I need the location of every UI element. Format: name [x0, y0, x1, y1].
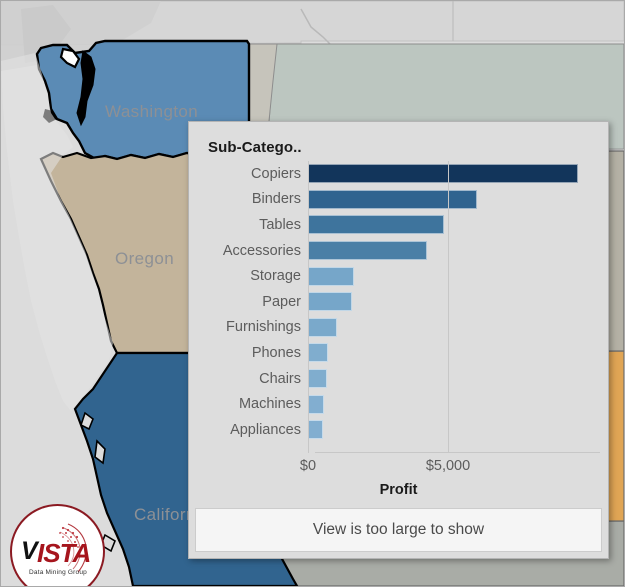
x-tick-label: $5,000 — [425, 458, 471, 474]
bar-track — [308, 366, 600, 392]
bar-copiers[interactable] — [308, 164, 579, 184]
bar-chairs[interactable] — [308, 369, 328, 389]
bar-category-label: Machines — [238, 396, 301, 413]
x-axis-baseline — [315, 452, 600, 453]
plot-area: Copiers Binders Tables Accessories Storage Pa… — [208, 161, 600, 453]
bar-row[interactable]: Appliances — [208, 417, 600, 443]
vista-logo-letters-ista: ISTA — [37, 538, 90, 568]
bar-row[interactable]: Machines — [208, 391, 600, 417]
vista-logo-tagline: Data Mining Group — [29, 569, 87, 576]
bar-track — [308, 315, 600, 341]
bar-chart[interactable]: Sub-Catego.. Copiers Binders Tables Accesso… — [189, 122, 608, 508]
bar-category-label: Appliances — [230, 421, 301, 438]
gridline-5000 — [448, 161, 449, 453]
bar-category-label: Storage — [250, 268, 301, 285]
bar-binders[interactable] — [308, 189, 478, 209]
x-axis-title: Profit — [379, 482, 418, 498]
bar-category-label: Tables — [259, 216, 301, 233]
tableau-map-viz-screenshot: Washington Oregon California Sub-Catego.… — [0, 0, 625, 587]
bar-row[interactable]: Storage — [208, 263, 600, 289]
bar-track — [308, 161, 600, 187]
bar-machines[interactable] — [308, 394, 324, 414]
view-too-large-message: View is too large to show — [195, 508, 602, 552]
bar-row[interactable]: Chairs — [208, 366, 600, 392]
bar-row[interactable]: Phones — [208, 340, 600, 366]
bar-track — [308, 238, 600, 264]
bar-category-label: Binders — [251, 191, 301, 208]
bar-track — [308, 340, 600, 366]
bar-row[interactable]: Copiers — [208, 161, 600, 187]
bar-row[interactable]: Accessories — [208, 238, 600, 264]
bar-track — [308, 263, 600, 289]
bar-category-label: Copiers — [251, 165, 301, 182]
bar-category-label: Chairs — [259, 370, 301, 387]
bar-appliances[interactable] — [308, 420, 324, 440]
bar-category-label: Accessories — [222, 242, 301, 259]
bar-row[interactable]: Binders — [208, 187, 600, 213]
gridline-0 — [308, 161, 309, 453]
x-tick-label: $0 — [299, 458, 317, 474]
bar-track — [308, 187, 600, 213]
bar-tables[interactable] — [308, 215, 444, 235]
bar-track — [308, 417, 600, 443]
viz-in-tooltip-panel[interactable]: Sub-Catego.. Copiers Binders Tables Accesso… — [188, 121, 609, 559]
x-axis-tick-labels: $0 $5,000 — [208, 458, 600, 478]
bar-rows: Copiers Binders Tables Accessories Storage Pa… — [208, 161, 600, 443]
bar-track — [308, 391, 600, 417]
bar-paper[interactable] — [308, 292, 352, 312]
bar-category-label: Phones — [251, 344, 301, 361]
chart-title: Sub-Catego.. — [208, 139, 302, 156]
bar-accessories[interactable] — [308, 241, 427, 261]
bar-furnishings[interactable] — [308, 317, 338, 337]
bar-phones[interactable] — [308, 343, 328, 363]
bar-category-label: Furnishings — [226, 319, 301, 336]
bar-category-label: Paper — [262, 293, 301, 310]
bar-track — [308, 289, 600, 315]
bar-row[interactable]: Paper — [208, 289, 600, 315]
vista-logo-graphic: V ISTA Data Mining Group — [21, 523, 91, 576]
bar-track — [308, 212, 600, 238]
bar-row[interactable]: Furnishings — [208, 315, 600, 341]
bar-storage[interactable] — [308, 266, 354, 286]
bar-row[interactable]: Tables — [208, 212, 600, 238]
